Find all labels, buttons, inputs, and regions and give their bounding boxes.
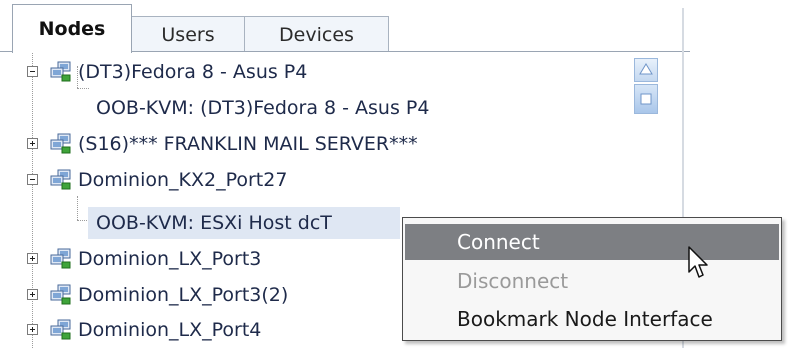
mouse-pointer-icon — [688, 246, 708, 278]
tab-bar: Nodes Users Devices — [0, 0, 788, 53]
context-menu: Connect Disconnect Bookmark Node Interfa… — [402, 217, 782, 341]
network-node-icon — [50, 133, 71, 154]
network-node-icon — [50, 61, 71, 82]
vertical-scrollbar[interactable] — [634, 58, 660, 118]
tree-node[interactable]: (S16)*** FRANKLIN MAIL SERVER*** — [0, 126, 640, 162]
network-node-icon — [50, 248, 71, 269]
collapse-toggle[interactable] — [27, 66, 38, 77]
tab-nodes[interactable]: Nodes — [12, 4, 132, 53]
tree-node-label: (S16)*** FRANKLIN MAIL SERVER*** — [78, 133, 418, 155]
menu-item-bookmark-node-interface[interactable]: Bookmark Node Interface — [405, 301, 779, 337]
tree-node-label: (DT3)Fedora 8 - Asus P4 — [78, 61, 308, 83]
scroll-thumb[interactable] — [634, 84, 658, 114]
tab-devices[interactable]: Devices — [244, 16, 389, 52]
arrow-up-icon — [639, 63, 653, 75]
grip-icon — [640, 93, 652, 105]
tab-users[interactable]: Users — [131, 16, 245, 52]
expand-toggle[interactable] — [27, 253, 38, 264]
tree-node-label: Dominion_KX2_Port27 — [78, 169, 288, 191]
menu-item-connect[interactable]: Connect — [405, 224, 779, 260]
expand-toggle[interactable] — [27, 138, 38, 149]
network-node-icon — [50, 169, 71, 190]
collapse-toggle[interactable] — [27, 174, 38, 185]
tree-node-label: OOB-KVM: ESXi Host dcT — [96, 212, 332, 234]
tree-node-label: OOB-KVM: (DT3)Fedora 8 - Asus P4 — [96, 97, 430, 119]
expand-toggle[interactable] — [27, 289, 38, 300]
tree-node-label: Dominion_LX_Port3(2) — [78, 284, 289, 306]
network-node-icon — [50, 284, 71, 305]
menu-item-disconnect: Disconnect — [457, 269, 569, 293]
tree-node-label: Dominion_LX_Port3 — [78, 248, 262, 270]
scroll-up-button[interactable] — [634, 58, 658, 82]
tree-node[interactable]: (DT3)Fedora 8 - Asus P4 — [0, 54, 640, 90]
tree-node[interactable]: Dominion_KX2_Port27 — [0, 162, 640, 198]
tree-node-label: Dominion_LX_Port4 — [78, 319, 262, 341]
expand-toggle[interactable] — [27, 324, 38, 335]
tree-node[interactable]: OOB-KVM: (DT3)Fedora 8 - Asus P4 — [0, 90, 640, 126]
network-node-icon — [50, 319, 71, 340]
